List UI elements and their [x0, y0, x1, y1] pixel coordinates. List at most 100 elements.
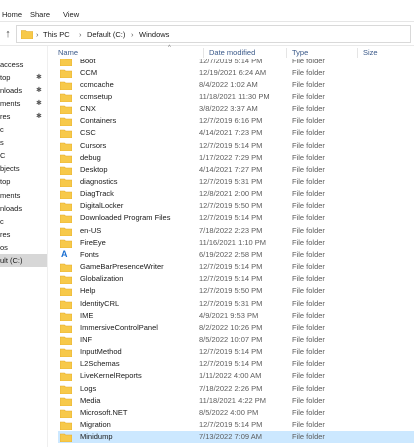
- nav-item[interactable]: os: [0, 241, 47, 254]
- breadcrumb-windows[interactable]: Windows: [139, 30, 169, 39]
- file-row[interactable]: Cursors 12/7/2019 5:14 PM File folder: [58, 140, 414, 152]
- folder-icon: [60, 227, 72, 236]
- file-type: File folder: [292, 152, 325, 162]
- folder-icon: [60, 59, 72, 66]
- breadcrumb-default-c[interactable]: Default (C:): [87, 30, 125, 39]
- folder-icon: [60, 288, 72, 297]
- file-date-modified: 11/18/2021 11:30 PM: [199, 91, 270, 101]
- nav-item[interactable]: c: [0, 123, 47, 136]
- file-row[interactable]: CSC 4/14/2021 7:23 PM File folder: [58, 127, 414, 139]
- column-size[interactable]: Size: [363, 48, 378, 57]
- file-row[interactable]: Help 12/7/2019 5:50 PM File folder: [58, 285, 414, 297]
- column-type[interactable]: Type: [292, 48, 308, 57]
- file-row[interactable]: IME 4/9/2021 9:53 PM File folder: [58, 310, 414, 322]
- file-name: diagnostics: [80, 177, 118, 186]
- nav-item[interactable]: res: [0, 228, 47, 241]
- nav-item[interactable]: nloads: [0, 202, 47, 215]
- pin-icon[interactable]: ✱: [36, 84, 42, 97]
- nav-item[interactable]: bjects: [0, 162, 47, 175]
- file-type: File folder: [292, 310, 325, 320]
- file-date-modified: 4/14/2021 7:23 PM: [199, 128, 263, 138]
- nav-item-label: C: [0, 151, 6, 161]
- nav-item[interactable]: top: [0, 175, 47, 188]
- breadcrumb-separator[interactable]: ›: [131, 30, 134, 39]
- breadcrumb-separator[interactable]: ›: [36, 30, 39, 39]
- column-name[interactable]: Name: [58, 48, 78, 57]
- file-row[interactable]: Microsoft.NET 8/5/2022 4:00 PM File folder: [58, 407, 414, 419]
- file-row[interactable]: InputMethod 12/7/2019 5:14 PM File folder: [58, 346, 414, 358]
- address-box[interactable]: › This PC › Default (C:) › Windows: [16, 25, 411, 43]
- folder-icon: [60, 324, 72, 333]
- nav-item[interactable]: ments: [0, 189, 47, 202]
- folder-icon: [60, 360, 72, 370]
- file-row[interactable]: INF 8/5/2022 10:07 PM File folder: [58, 334, 414, 346]
- file-row[interactable]: Desktop 4/14/2021 7:27 PM File folder: [58, 164, 414, 176]
- nav-item[interactable]: C: [0, 149, 47, 162]
- file-row[interactable]: CCM 12/19/2021 6:24 AM File folder: [58, 67, 414, 79]
- nav-item-label: res: [0, 229, 11, 239]
- file-row[interactable]: IdentityCRL 12/7/2019 5:31 PM File folder: [58, 298, 414, 310]
- breadcrumb-separator[interactable]: ›: [79, 30, 82, 39]
- folder-icon: [60, 154, 72, 163]
- file-type: File folder: [292, 347, 325, 357]
- column-divider[interactable]: [203, 48, 204, 58]
- folder-icon: [60, 348, 72, 358]
- ribbon-tab-view[interactable]: View: [63, 10, 79, 19]
- file-date-modified: 8/2/2022 10:26 PM: [199, 322, 263, 332]
- file-row[interactable]: Logs 7/18/2022 2:26 PM File folder: [58, 383, 414, 395]
- file-row[interactable]: Migration 12/7/2019 5:14 PM File folder: [58, 419, 414, 431]
- column-date-modified[interactable]: Date modified: [209, 48, 255, 57]
- nav-item[interactable]: access: [0, 58, 47, 71]
- file-row[interactable]: LiveKernelReports 1/11/2022 4:00 AM File f…: [58, 370, 414, 382]
- file-row[interactable]: ccmsetup 11/18/2021 11:30 PM File folder: [58, 91, 414, 103]
- file-row[interactable]: GameBarPresenceWriter 12/7/2019 5:14 PM Fi…: [58, 261, 414, 273]
- nav-item-label: top: [0, 73, 11, 83]
- file-row[interactable]: L2Schemas 12/7/2019 5:14 PM File folder: [58, 358, 414, 370]
- nav-item[interactable]: c: [0, 215, 47, 228]
- up-arrow-icon[interactable]: ↑: [2, 26, 14, 42]
- folder-icon: [60, 421, 72, 430]
- nav-item[interactable]: top ✱: [0, 71, 47, 84]
- file-row[interactable]: FireEye 11/16/2021 1:10 PM File folder: [58, 237, 414, 249]
- file-row[interactable]: A Fonts 6/19/2022 2:58 PM File folder: [58, 249, 414, 261]
- ribbon-tab-share[interactable]: Share: [30, 10, 50, 19]
- nav-item-label: c: [0, 216, 4, 226]
- file-row[interactable]: DigitalLocker 12/7/2019 5:50 PM File folde…: [58, 200, 414, 212]
- ribbon-tab-home[interactable]: Home: [2, 10, 22, 19]
- column-divider[interactable]: [286, 48, 287, 58]
- file-type: File folder: [292, 371, 325, 381]
- file-type: File folder: [292, 140, 325, 150]
- pin-icon[interactable]: ✱: [36, 110, 42, 123]
- pin-icon[interactable]: ✱: [36, 97, 42, 110]
- file-name: IdentityCRL: [80, 298, 120, 308]
- file-row[interactable]: Media 11/18/2021 4:22 PM File folder: [58, 395, 414, 407]
- breadcrumb-this-pc[interactable]: This PC: [43, 30, 70, 39]
- file-date-modified: 8/5/2022 4:00 PM: [199, 407, 259, 417]
- file-type: File folder: [292, 262, 325, 272]
- file-row[interactable]: en-US 7/18/2022 2:23 PM File folder: [58, 225, 414, 237]
- ribbon: Home Share View: [0, 0, 414, 22]
- nav-item[interactable]: ments ✱: [0, 97, 47, 110]
- nav-item[interactable]: s: [0, 136, 47, 149]
- folder-icon: [60, 69, 72, 78]
- nav-item[interactable]: res ✱: [0, 110, 47, 123]
- file-row[interactable]: Boot 12/7/2019 5:14 PM File folder: [58, 59, 414, 67]
- file-row[interactable]: Downloaded Program Files 12/7/2019 5:14 P…: [58, 212, 414, 224]
- file-row[interactable]: ccmcache 8/4/2022 1:02 AM File folder: [58, 79, 414, 91]
- nav-item[interactable]: nloads ✱: [0, 84, 47, 97]
- file-name: ccmsetup: [80, 91, 113, 101]
- file-date-modified: 12/7/2019 5:50 PM: [199, 286, 263, 296]
- column-divider[interactable]: [357, 48, 358, 58]
- file-date-modified: 12/7/2019 5:14 PM: [199, 274, 263, 284]
- nav-item[interactable]: ult (C:): [0, 253, 47, 267]
- file-row[interactable]: ImmersiveControlPanel 8/2/2022 10:26 PM Fi…: [58, 322, 414, 334]
- file-row[interactable]: Globalization 12/7/2019 5:14 PM File folde…: [58, 273, 414, 285]
- file-row[interactable]: Minidump 7/13/2022 7:09 AM File folder: [58, 431, 414, 444]
- file-row[interactable]: diagnostics 12/7/2019 5:31 PM File folder: [58, 176, 414, 188]
- pin-icon[interactable]: ✱: [36, 71, 42, 84]
- file-row[interactable]: debug 1/17/2022 7:29 PM File folder: [58, 152, 414, 164]
- file-type: File folder: [292, 189, 325, 199]
- file-row[interactable]: DiagTrack 12/8/2021 2:00 PM File folder: [58, 188, 414, 200]
- file-row[interactable]: Containers 12/7/2019 6:16 PM File folder: [58, 115, 414, 127]
- file-row[interactable]: CNX 3/8/2022 3:37 AM File folder: [58, 103, 414, 115]
